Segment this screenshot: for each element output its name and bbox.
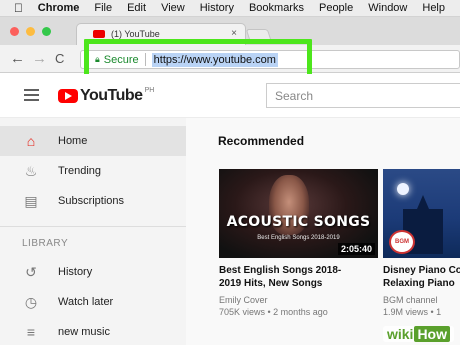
thumbnail-title: ACOUSTIC SONGS [226,214,371,230]
screenshot-root:  Chrome File Edit View History Bookmark… [0,0,460,345]
video-thumbnail[interactable]: ACOUSTIC SONGS Best English Songs 2018-2… [219,169,378,258]
thumbnail-subtitle: Best English Songs 2018-2019 [257,235,340,241]
channel-badge: BGM [389,230,415,254]
menu-edit[interactable]: Edit [127,2,146,14]
video-title-line[interactable]: Disney Piano Co [383,264,460,277]
address-bar[interactable]: 🔒︎ Secure https://www.youtube.com [95,50,295,69]
video-duration: 2:05:40 [337,243,375,255]
address-separator [144,53,146,66]
sidebar-item-subscriptions[interactable]: ▤ Subscriptions [0,186,186,216]
forward-arrow-icon[interactable]: → [32,50,47,67]
sidebar: ⌂ Home ♨ Trending ▤ Subscriptions LIBRAR… [0,118,186,345]
secure-label: Secure [103,53,139,66]
sidebar-item-home[interactable]: ⌂ Home [0,126,186,156]
flame-icon: ♨ [24,162,38,179]
menu-file[interactable]: File [94,2,112,14]
minimize-window-button[interactable] [26,27,35,36]
tab-title: (1) YouTube [111,29,160,39]
playlist-icon: ≡ [26,324,36,340]
sidebar-item-label: Home [58,135,88,147]
lock-icon: 🔒︎ [95,54,100,64]
video-title-line[interactable]: Relaxing Piano [383,277,455,290]
history-icon: ↺ [25,263,37,280]
menu-help[interactable]: Help [422,2,445,14]
video-channel[interactable]: Emily Cover [219,294,268,306]
video-title-line[interactable]: Best English Songs 2018- [219,264,341,277]
sidebar-item-label: Trending [58,165,102,177]
url-text[interactable]: https://www.youtube.com [151,52,278,67]
watermark-how: How [414,326,450,342]
region-code: PH [144,87,155,94]
close-window-button[interactable] [10,27,19,36]
menu-view[interactable]: View [161,2,185,14]
sidebar-divider [0,226,186,227]
home-icon: ⌂ [26,133,36,149]
search-input[interactable]: Search [266,83,460,108]
video-meta: 1.9M views • 1 [383,307,442,317]
sidebar-item-label: History [58,266,93,278]
moon-graphic [397,183,409,195]
macos-menu-bar:  Chrome File Edit View History Bookmark… [0,0,460,17]
sidebar-item-label: Watch later [58,296,114,308]
tab-close-icon[interactable]: × [231,28,237,39]
zoom-window-button[interactable] [42,27,51,36]
menu-history[interactable]: History [200,2,234,14]
sidebar-item-watch-later[interactable]: ◷ Watch later [0,287,186,317]
video-thumbnail[interactable]: BGM [383,169,460,258]
youtube-favicon-icon [93,30,105,38]
youtube-logo[interactable]: YouTube PH [58,87,154,105]
main-content: Recommended ACOUSTIC SONGS Best English … [186,118,460,345]
reload-icon[interactable]: C [55,51,64,66]
youtube-header: YouTube PH Search [0,74,460,118]
menu-people[interactable]: People [319,2,353,14]
video-meta: 705K views • 2 months ago [219,307,328,317]
watermark-wiki: wiki [386,326,414,342]
menu-bookmarks[interactable]: Bookmarks [249,2,304,14]
clock-icon: ◷ [24,293,38,310]
sidebar-item-new-music[interactable]: ≡ new music [0,317,186,345]
play-logo-icon [58,89,78,103]
sidebar-item-label: new music [58,326,110,338]
library-heading: LIBRARY [22,238,69,249]
wikihow-watermark: wiki How [382,326,454,342]
video-channel[interactable]: BGM channel [383,294,438,306]
apple-icon[interactable]:  [14,1,24,15]
sidebar-item-history[interactable]: ↺ History [0,257,186,287]
menu-window[interactable]: Window [368,2,407,14]
sidebar-item-trending[interactable]: ♨ Trending [0,156,186,186]
hamburger-menu-icon[interactable] [24,89,39,101]
sidebar-item-label: Subscriptions [58,195,125,207]
youtube-wordmark: YouTube [80,87,143,104]
subscriptions-icon: ▤ [24,192,38,209]
video-title-line[interactable]: 2019 Hits, New Songs [219,277,322,290]
section-title: Recommended [218,134,305,148]
back-arrow-icon[interactable]: ← [10,50,25,67]
menu-chrome[interactable]: Chrome [38,2,80,14]
